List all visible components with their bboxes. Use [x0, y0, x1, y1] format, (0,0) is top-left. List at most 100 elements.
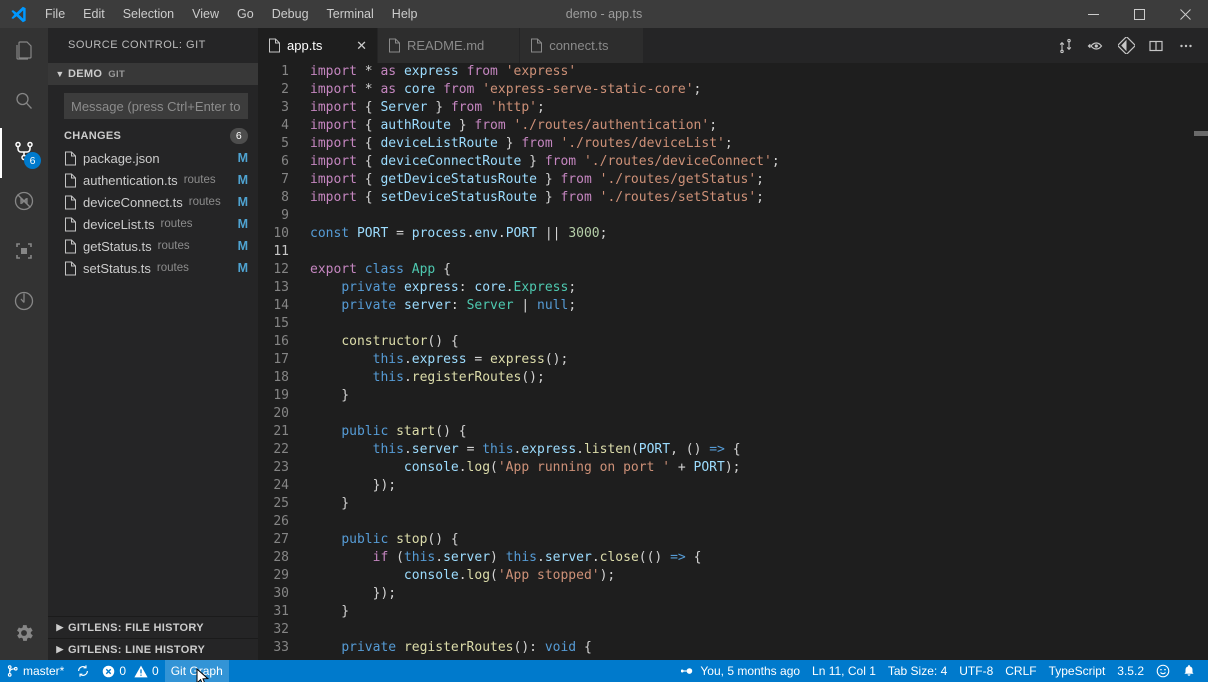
line-number: 18: [258, 369, 310, 387]
changes-header[interactable]: CHANGES 6: [48, 125, 258, 147]
code-line: 29 console.log('App stopped');: [258, 567, 1208, 585]
activity-search[interactable]: [0, 78, 48, 128]
line-number: 16: [258, 333, 310, 351]
status-version[interactable]: 3.5.2: [1111, 660, 1150, 682]
commit-message-input[interactable]: Message (press Ctrl+Enter to: [64, 93, 248, 119]
code-editor[interactable]: 1import * as express from 'express'2impo…: [258, 63, 1208, 660]
code-text: private registerRoutes(): void {: [310, 639, 1208, 657]
code-text: this.registerRoutes();: [310, 369, 1208, 387]
tab-readme-md[interactable]: README.md ✕: [378, 28, 520, 63]
activity-debug[interactable]: [0, 178, 48, 228]
tab-label: app.ts: [287, 38, 322, 53]
activity-gitlens[interactable]: [0, 278, 48, 328]
repo-header[interactable]: ▼ DEMO GIT: [48, 63, 258, 85]
line-number: 24: [258, 477, 310, 495]
tab-app-ts[interactable]: app.ts ✕: [258, 28, 378, 63]
commit-message-wrap: Message (press Ctrl+Enter to: [48, 85, 258, 125]
menu-file[interactable]: File: [36, 0, 74, 28]
file-icon: [388, 38, 401, 53]
file-icon: [64, 261, 82, 276]
status-branch[interactable]: master*: [0, 660, 70, 682]
menu-edit[interactable]: Edit: [74, 0, 114, 28]
status-problems[interactable]: 0 0: [96, 660, 164, 682]
list-item[interactable]: package.json M: [48, 147, 258, 169]
menu-selection[interactable]: Selection: [114, 0, 183, 28]
title-bar: File Edit Selection View Go Debug Termin…: [0, 0, 1208, 28]
sidebar-title: SOURCE CONTROL: GIT: [48, 28, 258, 63]
menu-bar[interactable]: File Edit Selection View Go Debug Termin…: [36, 0, 427, 28]
close-icon[interactable]: ✕: [342, 38, 367, 54]
line-number: 23: [258, 459, 310, 477]
list-item[interactable]: authentication.ts routes M: [48, 169, 258, 191]
chevron-right-icon: ▶: [52, 622, 68, 633]
status-blame[interactable]: You, 5 months ago: [675, 660, 806, 682]
list-item[interactable]: deviceConnect.ts routes M: [48, 191, 258, 213]
file-icon: [268, 38, 281, 53]
file-icon: [64, 173, 82, 188]
menu-go[interactable]: Go: [228, 0, 263, 28]
status-branch-label: master*: [23, 664, 64, 678]
status-eol[interactable]: CRLF: [999, 660, 1042, 682]
status-language-mode[interactable]: TypeScript: [1043, 660, 1112, 682]
file-name: package.json: [83, 151, 160, 166]
vscode-logo-icon: [0, 5, 36, 24]
list-item[interactable]: setStatus.ts routes M: [48, 257, 258, 279]
status-cursor-position[interactable]: Ln 11, Col 1: [806, 660, 882, 682]
line-number: 10: [258, 225, 310, 243]
open-changes-icon[interactable]: [1082, 32, 1110, 60]
line-number: 6: [258, 153, 310, 171]
line-number: 31: [258, 603, 310, 621]
activity-explorer[interactable]: [0, 28, 48, 78]
maximize-button[interactable]: [1116, 0, 1162, 28]
chevron-right-icon: ▶: [52, 644, 68, 655]
status-git-graph-label: Git Graph: [171, 664, 223, 678]
scrollbar-thumb[interactable]: [1194, 131, 1208, 136]
line-number: 12: [258, 261, 310, 279]
error-icon: [102, 665, 115, 678]
sidebar-section-line-history[interactable]: ▶ GITLENS: LINE HISTORY: [48, 638, 258, 660]
activity-manage-settings[interactable]: [0, 610, 48, 660]
split-editor-icon[interactable]: [1142, 32, 1170, 60]
code-text: export class App {: [310, 261, 1208, 279]
menu-view[interactable]: View: [183, 0, 228, 28]
status-tab-size[interactable]: Tab Size: 4: [882, 660, 953, 682]
code-text: import { deviceListRoute } from './route…: [310, 135, 1208, 153]
code-line: 1import * as express from 'express': [258, 63, 1208, 81]
git-branch-icon: [6, 664, 19, 678]
status-badge: M: [238, 195, 248, 209]
list-item[interactable]: deviceList.ts routes M: [48, 213, 258, 235]
sidebar-section-file-history[interactable]: ▶ GITLENS: FILE HISTORY: [48, 616, 258, 638]
line-number: 26: [258, 513, 310, 531]
activity-source-control[interactable]: 6: [0, 128, 48, 178]
code-line: 4import { authRoute } from './routes/aut…: [258, 117, 1208, 135]
code-line: 15: [258, 315, 1208, 333]
activity-bar: 6: [0, 28, 48, 660]
compare-changes-icon[interactable]: [1052, 32, 1080, 60]
line-number: 3: [258, 99, 310, 117]
minimize-button[interactable]: [1070, 0, 1116, 28]
list-item[interactable]: getStatus.ts routes M: [48, 235, 258, 257]
tab-connect-ts[interactable]: connect.ts ✕: [520, 28, 644, 63]
status-git-graph[interactable]: Git Graph: [165, 660, 229, 682]
menu-terminal[interactable]: Terminal: [318, 0, 383, 28]
editor-scrollbar[interactable]: [1194, 63, 1208, 660]
git-compare-icon[interactable]: [1112, 32, 1140, 60]
file-icon: [64, 239, 82, 254]
code-lines: 1import * as express from 'express'2impo…: [258, 63, 1208, 660]
close-button[interactable]: [1162, 0, 1208, 28]
sidebar: SOURCE CONTROL: GIT ▼ DEMO GIT Message (…: [48, 28, 258, 660]
status-encoding[interactable]: UTF-8: [953, 660, 999, 682]
more-actions-icon[interactable]: [1172, 32, 1200, 60]
activity-extensions[interactable]: [0, 228, 48, 278]
status-feedback[interactable]: [1150, 660, 1176, 682]
menu-help[interactable]: Help: [383, 0, 427, 28]
menu-debug[interactable]: Debug: [263, 0, 318, 28]
search-icon: [12, 89, 36, 118]
status-sync[interactable]: [70, 660, 96, 682]
status-notifications[interactable]: [1176, 660, 1202, 682]
code-line: 22 this.server = this.express.listen(POR…: [258, 441, 1208, 459]
code-text: [310, 621, 1208, 639]
code-text: import { getDeviceStatusRoute } from './…: [310, 171, 1208, 189]
code-text: console.log('App stopped');: [310, 567, 1208, 585]
status-warning-count: 0: [152, 664, 159, 678]
